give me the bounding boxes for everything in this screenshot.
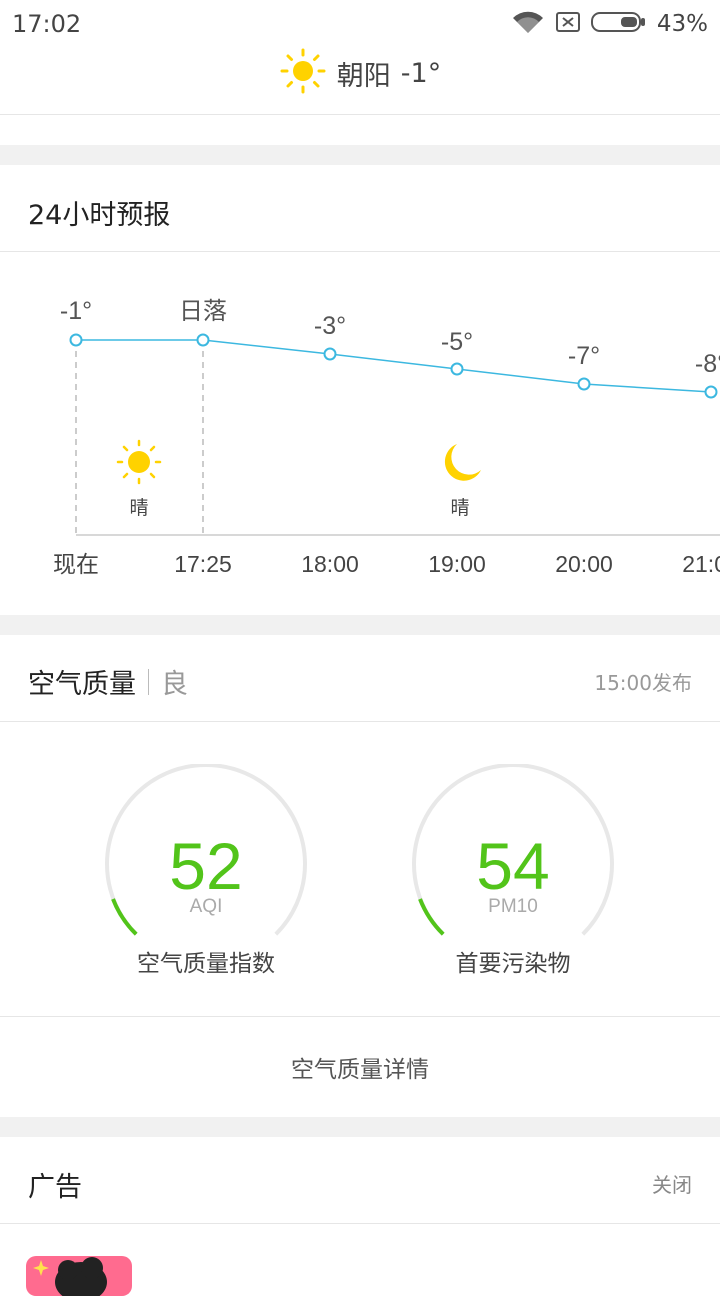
gauge-label: 首要污染物 [455, 951, 571, 977]
gauge-unit: PM10 [488, 896, 538, 917]
gauge-label: 空气质量指数 [137, 951, 275, 977]
section-divider [0, 145, 720, 165]
point-label: -1° [60, 297, 92, 325]
forecast-title: 24小时预报 [28, 200, 171, 231]
time-label: 21:00 [682, 551, 720, 577]
moon-icon [444, 444, 481, 481]
temp-point [704, 385, 718, 399]
divider [0, 1223, 720, 1224]
status-icons: 43% [511, 8, 708, 40]
aqi-gauge[interactable]: 52 AQI 空气质量指数 [96, 764, 316, 994]
sun-icon [116, 439, 162, 485]
temp-point [196, 333, 210, 347]
sun-icon [279, 47, 327, 99]
point-label: 日落 [179, 297, 227, 325]
gauge-unit: AQI [189, 896, 223, 917]
top-header: 朝阳 -1° [0, 47, 720, 115]
no-sim-icon [555, 10, 581, 38]
time-label: 19:00 [428, 551, 486, 577]
temp-point [577, 377, 591, 391]
status-time: 17:02 [12, 10, 82, 38]
status-bar: 17:02 43% [0, 0, 720, 50]
air-quality-detail-link[interactable]: 空气质量详情 [0, 1017, 720, 1117]
time-label: 18:00 [301, 551, 359, 577]
battery-percent: 43% [656, 11, 708, 37]
forecast-chart: -1° 日落 -3° -5° -7° -8° 晴 晴 现在 17:25 18:0… [53, 297, 720, 578]
time-label: 17:25 [174, 551, 232, 577]
air-quality-level: 良 [161, 669, 188, 700]
publish-time: 15:00发布 [594, 671, 692, 695]
gauge-value: 52 [169, 829, 243, 903]
point-label: -8° [695, 350, 720, 378]
point-label: -7° [568, 342, 600, 370]
time-label: 现在 [53, 552, 99, 578]
time-label: 20:00 [555, 551, 613, 577]
gauge-value: 54 [476, 829, 550, 903]
current-weather[interactable]: 朝阳 -1° [0, 47, 720, 99]
condition-label: 晴 [129, 497, 148, 519]
ad-thumbnail[interactable] [26, 1256, 132, 1296]
city-name: 朝阳 [336, 60, 391, 92]
section-divider [0, 1117, 720, 1137]
condition-label: 晴 [450, 497, 469, 519]
air-quality-header: 空气质量 良 [28, 662, 188, 701]
ad-title: 广告 [28, 1172, 82, 1203]
current-temp: -1° [400, 57, 442, 89]
battery-icon [590, 11, 647, 37]
ad-image [33, 1257, 107, 1296]
air-quality-title: 空气质量 [28, 669, 136, 700]
point-label: -5° [441, 328, 473, 356]
divider [148, 668, 149, 695]
temp-line [76, 339, 712, 393]
pm10-gauge[interactable]: 54 PM10 首要污染物 [403, 764, 623, 994]
divider [0, 721, 720, 722]
temp-point [69, 333, 83, 347]
ad-close-button[interactable]: 关闭 [652, 1169, 692, 1198]
wifi-icon [511, 9, 545, 39]
point-label: -3° [314, 312, 346, 340]
temp-point [450, 362, 464, 376]
section-divider [0, 615, 720, 635]
temp-point [323, 347, 337, 361]
